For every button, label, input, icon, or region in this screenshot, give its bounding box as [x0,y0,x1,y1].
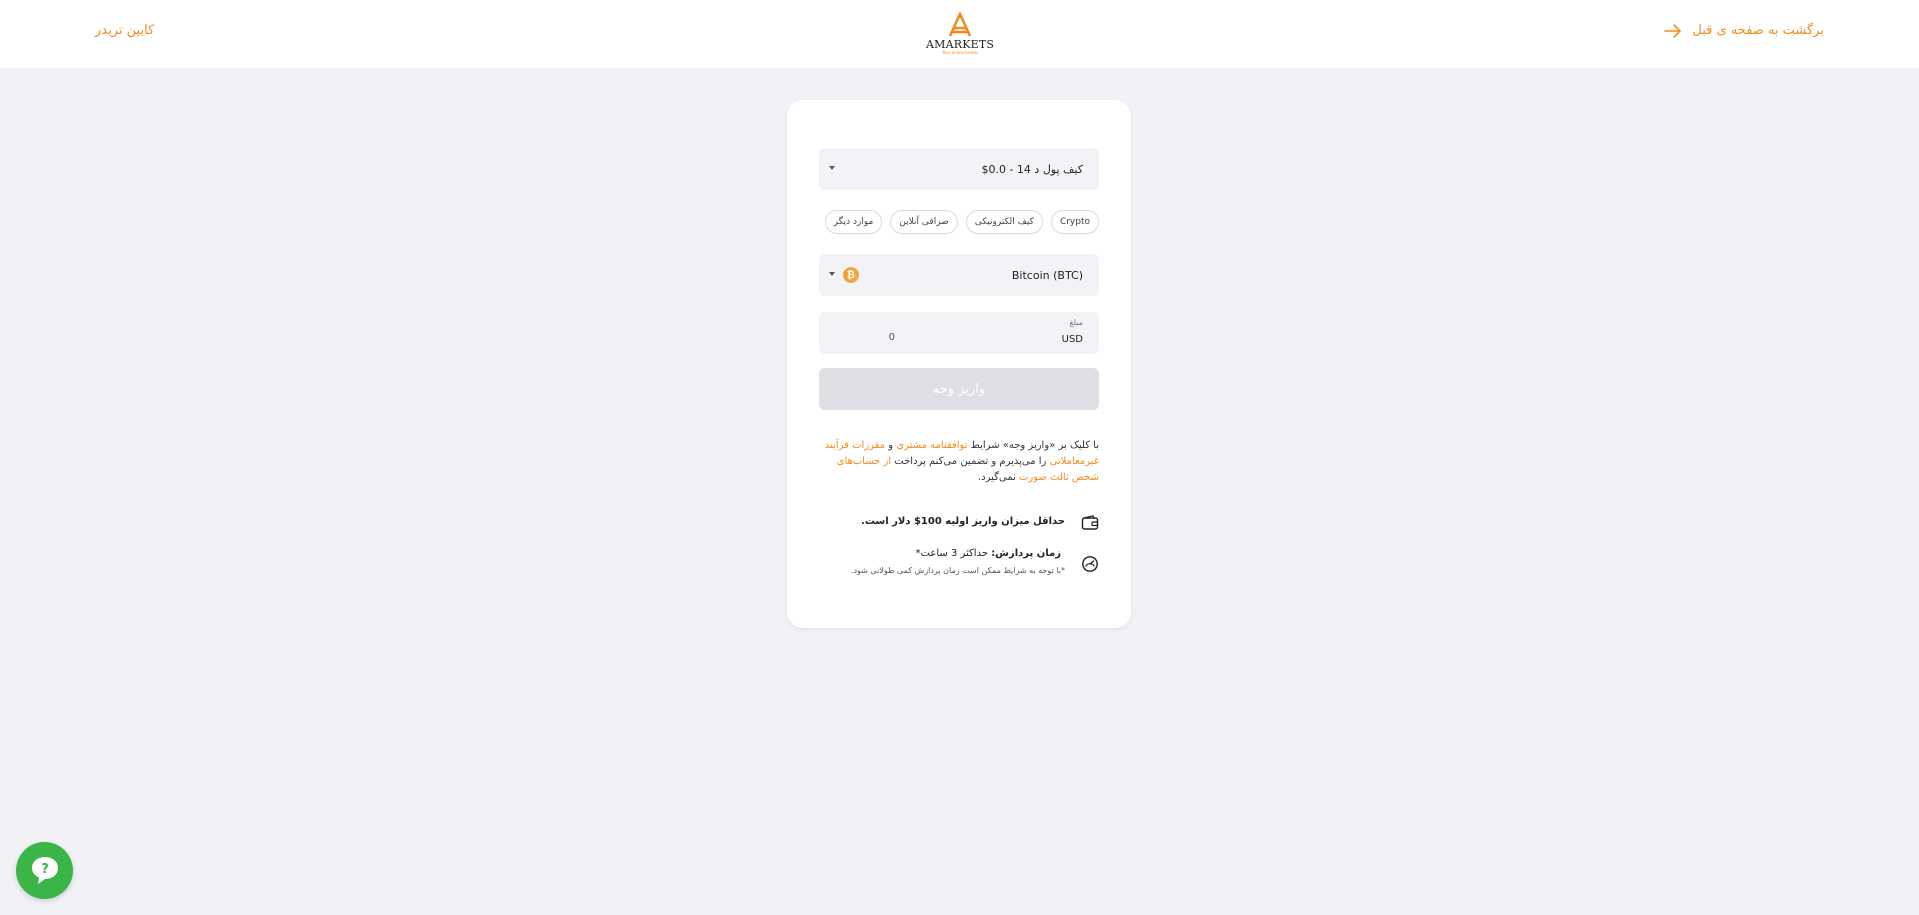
amount-label: مبلغ [1069,318,1083,327]
currency-select-value: Bitcoin (BTC) [1011,268,1083,282]
back-link[interactable]: برگشت به صفحه ی قبل [1664,23,1824,38]
chip-online-exchange[interactable]: صرافی آنلاین [890,210,958,234]
speedometer-icon [1082,556,1098,572]
amount-input[interactable] [835,332,895,343]
processing-time-note: *با توجه به شرایط ممکن است زمان پردازش ک… [850,566,1065,575]
processing-time-label: زمان پردازش: [991,548,1061,559]
terms-part-4: نمی‌گیرد. [977,472,1019,483]
deposit-submit-button[interactable]: واریز وجه [819,368,1099,410]
bitcoin-icon: ₿ [843,267,859,283]
arrow-right-icon [1664,23,1682,38]
chip-ewallet[interactable]: کیف الکترونیکی [965,210,1043,234]
logo-a-icon [948,12,972,37]
min-deposit-text: حداقل میزان واریز اولیه 100$ دلار است. [861,516,1065,527]
wallet-icon [1081,515,1099,530]
terms-text: با کلیک بر «واریز وجه» شرایط توافقنامه م… [819,438,1099,486]
processing-time-value: حداکثر 3 ساعت* [915,548,992,559]
amarkets-logo[interactable]: AMARKETS Your online broker [926,12,994,56]
wallet-select[interactable]: کیف پول د 14 - 0.0$ [819,148,1099,190]
chevron-down-icon [829,272,835,276]
chip-other[interactable]: موارد دیگر [824,210,883,234]
deposit-card: کیف پول د 14 - 0.0$ Crypto کیف الکترونیک… [787,100,1131,628]
back-link-label: برگشت به صفحه ی قبل [1692,23,1824,38]
amount-currency: USD [1061,334,1083,345]
terms-part-2: و [885,440,897,451]
method-chips: Crypto کیف الکترونیکی صرافی آنلاین موارد… [824,210,1099,234]
terms-part-1: با کلیک بر «واریز وجه» شرایط [967,440,1099,451]
chip-crypto[interactable]: Crypto [1050,210,1099,234]
terms-client-agreement-link[interactable]: توافقنامه مشتری [896,440,967,451]
svg-text:?: ? [41,862,49,877]
support-chat-button[interactable]: ? [16,842,73,899]
chevron-down-icon [829,166,835,170]
trader-cabinet-link[interactable]: کابین تریدر [95,23,154,38]
wallet-select-value: کیف پول د 14 - 0.0$ [981,162,1083,176]
processing-time-text: زمان پردازش: حداکثر 3 ساعت* [916,548,1061,559]
terms-part-3: را می‌پذیرم و تضمین می‌کنم پرداخت [891,456,1050,467]
amount-field[interactable]: مبلغ USD [819,312,1099,354]
currency-select[interactable]: Bitcoin (BTC) ₿ [819,254,1099,296]
chat-question-icon: ? [31,856,58,884]
top-header: کابین تریدر AMARKETS Your online broker … [0,0,1919,68]
